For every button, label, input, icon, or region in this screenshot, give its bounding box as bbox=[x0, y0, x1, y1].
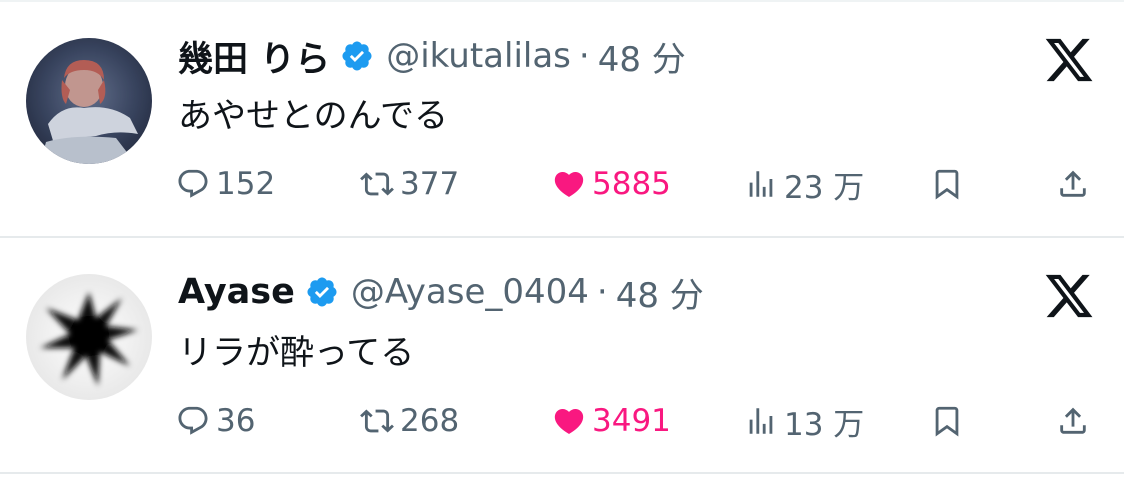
like-count: 5885 bbox=[592, 166, 671, 202]
retweet-count: 268 bbox=[400, 403, 460, 439]
x-logo-icon[interactable] bbox=[1043, 270, 1095, 322]
like-count: 3491 bbox=[592, 403, 671, 439]
reply-count: 36 bbox=[216, 403, 256, 439]
x-logo-icon[interactable] bbox=[1043, 34, 1095, 86]
display-name[interactable]: 幾田 りら bbox=[178, 31, 330, 82]
like-button[interactable]: 5885 bbox=[552, 162, 671, 206]
views-count: 23 万 bbox=[784, 169, 865, 206]
reply-count: 152 bbox=[216, 166, 276, 202]
tweet-text: あやせとのんでる bbox=[178, 96, 448, 136]
handle[interactable]: @Ayase_0404 bbox=[351, 272, 589, 312]
views-button[interactable]: 23 万 bbox=[744, 162, 864, 206]
retweet-button[interactable]: 268 bbox=[360, 399, 459, 443]
tweet-header: Ayase @Ayase_0404 · 48 分 bbox=[178, 266, 704, 318]
retweet-count: 377 bbox=[400, 166, 460, 202]
timestamp[interactable]: 48 分 bbox=[616, 268, 704, 317]
retweet-icon bbox=[360, 167, 394, 201]
display-name[interactable]: Ayase bbox=[178, 272, 295, 312]
avatar[interactable] bbox=[26, 274, 152, 400]
reply-button[interactable]: 36 bbox=[176, 399, 255, 443]
tweet-card[interactable]: Ayase @Ayase_0404 · 48 分 リラが酔ってる 36 268 bbox=[0, 239, 1124, 475]
like-heart-icon bbox=[552, 404, 586, 438]
divider bbox=[0, 472, 1124, 474]
separator-dot: · bbox=[578, 36, 590, 76]
reply-button[interactable]: 152 bbox=[176, 162, 275, 206]
views-icon bbox=[744, 404, 778, 438]
verified-badge-icon bbox=[340, 39, 374, 73]
retweet-button[interactable]: 377 bbox=[360, 162, 459, 206]
action-bar: 36 268 3491 13 万 bbox=[0, 399, 1124, 443]
tweet-card[interactable]: 幾田 りら @ikutalilas · 48 分 あやせとのんでる 152 37… bbox=[0, 2, 1124, 238]
divider bbox=[0, 236, 1124, 238]
timestamp[interactable]: 48 分 bbox=[598, 32, 686, 81]
tweet-header: 幾田 りら @ikutalilas · 48 分 bbox=[178, 30, 686, 82]
separator-dot: · bbox=[596, 272, 608, 312]
reply-icon bbox=[176, 404, 210, 438]
like-button[interactable]: 3491 bbox=[552, 399, 671, 443]
share-button[interactable] bbox=[1056, 162, 1090, 206]
bookmark-icon bbox=[930, 167, 964, 201]
avatar[interactable] bbox=[26, 38, 152, 164]
reply-icon bbox=[176, 167, 210, 201]
bookmark-button[interactable] bbox=[930, 399, 964, 443]
bookmark-icon bbox=[930, 404, 964, 438]
views-count: 13 万 bbox=[784, 406, 865, 443]
share-icon bbox=[1056, 167, 1090, 201]
action-bar: 152 377 5885 23 万 bbox=[0, 162, 1124, 206]
tweet-text: リラが酔ってる bbox=[178, 333, 415, 373]
share-button[interactable] bbox=[1056, 399, 1090, 443]
retweet-icon bbox=[360, 404, 394, 438]
verified-badge-icon bbox=[305, 275, 339, 309]
views-button[interactable]: 13 万 bbox=[744, 399, 864, 443]
handle[interactable]: @ikutalilas bbox=[386, 36, 571, 76]
share-icon bbox=[1056, 404, 1090, 438]
like-heart-icon bbox=[552, 167, 586, 201]
views-icon bbox=[744, 167, 778, 201]
bookmark-button[interactable] bbox=[930, 162, 964, 206]
